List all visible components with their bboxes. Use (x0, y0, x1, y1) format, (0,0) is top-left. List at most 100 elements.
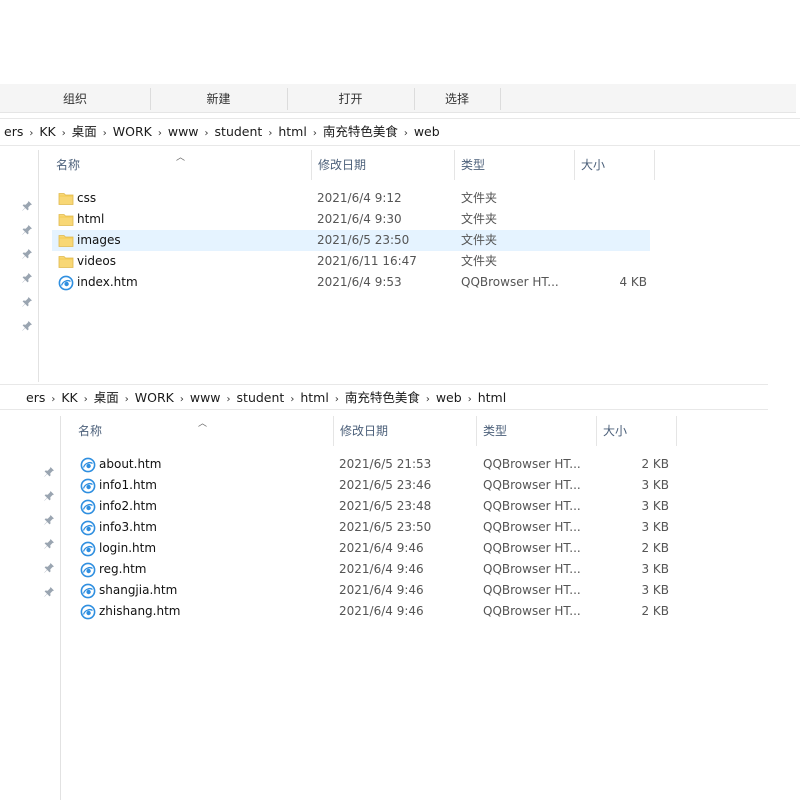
breadcrumb-segment[interactable]: web (414, 119, 440, 145)
folder-icon (58, 233, 74, 248)
column-header-type[interactable]: 类型 (477, 416, 597, 446)
chevron-right-icon[interactable]: › (420, 387, 436, 409)
breadcrumb-segment[interactable]: 桌面 (94, 385, 119, 409)
breadcrumb-segment[interactable]: WORK (135, 385, 174, 409)
breadcrumb-segment[interactable]: student (215, 119, 263, 145)
breadcrumb-segment[interactable]: WORK (113, 119, 152, 145)
chevron-right-icon[interactable]: › (97, 121, 113, 145)
chevron-right-icon[interactable]: › (174, 387, 190, 409)
breadcrumb-segment[interactable]: KK (61, 385, 77, 409)
sort-ascending-icon: ︿ (176, 153, 186, 163)
file-row[interactable]: shangjia.htm 2021/6/4 9:46 QQBrowser HT...… (74, 580, 672, 601)
file-modified-date: 2021/6/5 23:46 (339, 478, 432, 492)
column-header-label: 大小 (581, 158, 606, 172)
breadcrumb-segment[interactable]: html (278, 119, 306, 145)
chevron-right-icon[interactable]: › (262, 121, 278, 145)
breadcrumb-segment[interactable]: 南充特色美食 (345, 385, 420, 409)
pin-icon (21, 272, 35, 286)
column-header-size[interactable]: 大小 (575, 150, 655, 180)
file-name: login.htm (99, 541, 157, 555)
qqbrowser-file-icon (80, 562, 96, 578)
ribbon-group-organize[interactable]: 组织 (0, 88, 151, 110)
file-name: about.htm (99, 457, 162, 471)
chevron-right-icon[interactable]: › (152, 121, 168, 145)
file-size: 2 KB (641, 541, 669, 555)
pin-icon (43, 562, 57, 576)
column-header-date[interactable]: 修改日期 (334, 416, 477, 446)
file-modified-date: 2021/6/11 16:47 (317, 254, 417, 268)
breadcrumb-segment[interactable]: html (478, 385, 506, 409)
breadcrumb-segment[interactable]: www (190, 385, 221, 409)
qqbrowser-file-icon (58, 275, 74, 291)
file-type: 文件夹 (461, 254, 498, 268)
file-type: QQBrowser HT... (483, 583, 581, 597)
breadcrumb-segment[interactable]: html (300, 385, 328, 409)
file-row[interactable]: info2.htm 2021/6/5 23:48 QQBrowser HT... 3 … (74, 496, 672, 517)
file-row[interactable]: html 2021/6/4 9:30 文件夹 (52, 209, 650, 230)
pin-icon (21, 248, 35, 262)
chevron-right-icon[interactable]: › (307, 121, 323, 145)
chevron-right-icon[interactable]: › (119, 387, 135, 409)
file-row[interactable]: css 2021/6/4 9:12 文件夹 (52, 188, 650, 209)
file-row[interactable]: zhishang.htm 2021/6/4 9:46 QQBrowser HT...… (74, 601, 672, 622)
file-row[interactable]: info3.htm 2021/6/5 23:50 QQBrowser HT... 3 … (74, 517, 672, 538)
file-name: images (77, 233, 121, 247)
sort-ascending-icon: ︿ (198, 419, 208, 429)
column-header-size[interactable]: 大小 (597, 416, 677, 446)
chevron-right-icon[interactable]: › (45, 387, 61, 409)
file-type: QQBrowser HT... (483, 499, 581, 513)
column-header-label: 名称 (78, 424, 103, 438)
file-name: shangjia.htm (99, 583, 178, 597)
file-list-pane-2: 名称 ︿ 修改日期 类型 大小 about.htm 2021/6/5 21:53 Q… (0, 416, 796, 800)
file-row[interactable]: index.htm 2021/6/4 9:53 QQBrowser HT... 4 K… (52, 272, 650, 293)
chevron-right-icon[interactable]: › (78, 387, 94, 409)
file-row[interactable]: images 2021/6/5 23:50 文件夹 (52, 230, 650, 251)
chevron-right-icon[interactable]: › (199, 121, 215, 145)
ribbon-group-new[interactable]: 新建 (150, 88, 288, 110)
file-name: css (77, 191, 97, 205)
file-type: QQBrowser HT... (483, 562, 581, 576)
chevron-right-icon[interactable]: › (221, 387, 237, 409)
breadcrumb-segment[interactable]: ers (26, 385, 45, 409)
file-name: videos (77, 254, 117, 268)
pin-icon (43, 466, 57, 480)
breadcrumb-segment[interactable]: KK (39, 119, 55, 145)
file-row[interactable]: reg.htm 2021/6/4 9:46 QQBrowser HT... 3 KB (74, 559, 672, 580)
folder-icon (58, 254, 74, 269)
file-type: QQBrowser HT... (483, 457, 581, 471)
file-row[interactable]: info1.htm 2021/6/5 23:46 QQBrowser HT... 3 … (74, 475, 672, 496)
file-modified-date: 2021/6/5 23:50 (317, 233, 410, 247)
breadcrumb-segment[interactable]: www (168, 119, 199, 145)
file-size: 3 KB (641, 562, 669, 576)
column-header-type[interactable]: 类型 (455, 150, 575, 180)
breadcrumb-segment[interactable]: web (436, 385, 462, 409)
file-row[interactable]: videos 2021/6/11 16:47 文件夹 (52, 251, 650, 272)
breadcrumb-segment[interactable]: student (237, 385, 285, 409)
file-type: QQBrowser HT... (483, 541, 581, 555)
file-modified-date: 2021/6/4 9:46 (339, 562, 424, 576)
file-name: reg.htm (99, 562, 147, 576)
chevron-right-icon[interactable]: › (329, 387, 345, 409)
chevron-right-icon[interactable]: › (462, 387, 478, 409)
ribbon-group-select[interactable]: 选择 (414, 88, 501, 110)
pin-icon (43, 586, 57, 600)
file-name: zhishang.htm (99, 604, 181, 618)
chevron-right-icon[interactable]: › (23, 121, 39, 145)
ribbon-group-open[interactable]: 打开 (287, 88, 415, 110)
column-header-date[interactable]: 修改日期 (312, 150, 455, 180)
chevron-right-icon[interactable]: › (398, 121, 414, 145)
qqbrowser-file-icon (80, 499, 96, 515)
breadcrumb-segment[interactable]: 南充特色美食 (323, 119, 398, 145)
file-size: 3 KB (641, 499, 669, 513)
file-size: 3 KB (641, 520, 669, 534)
file-type: 文件夹 (461, 212, 498, 226)
pin-icon (43, 490, 57, 504)
breadcrumb-segment[interactable]: 桌面 (72, 119, 97, 145)
chevron-right-icon[interactable]: › (284, 387, 300, 409)
chevron-right-icon[interactable]: › (56, 121, 72, 145)
file-type: QQBrowser HT... (483, 604, 581, 618)
breadcrumb-segment[interactable]: ers (4, 119, 23, 145)
file-name: index.htm (77, 275, 138, 289)
file-row[interactable]: login.htm 2021/6/4 9:46 QQBrowser HT... 2 K… (74, 538, 672, 559)
file-row[interactable]: about.htm 2021/6/5 21:53 QQBrowser HT... 2 … (74, 454, 672, 475)
